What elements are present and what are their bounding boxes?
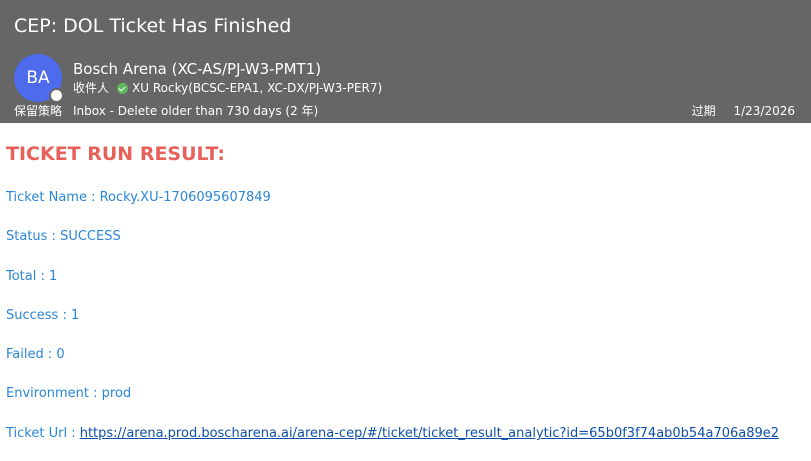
ticket-url-link[interactable]: https://arena.prod.boscharena.ai/arena-c… [80,426,779,441]
sender-name[interactable]: Bosch Arena (XC-AS/PJ-W3-PMT1) [73,59,321,79]
recipient-row: 收件人 XU Rocky(BCSC-EPA1, XC-DX/PJ-W3-PER7… [73,80,382,96]
recipient-label: 收件人 [73,81,110,95]
ticket-status: Status : SUCCESS [6,229,121,244]
recipient-name[interactable]: XU Rocky(BCSC-EPA1, XC-DX/PJ-W3-PER7) [132,80,382,96]
avatar-initials: BA [26,68,50,88]
expiry-info: 过期 1/23/2026 [692,103,795,119]
presence-status-icon [49,88,64,103]
ticket-url-row: Ticket Url : https://arena.prod.boschare… [6,425,779,443]
ticket-environment: Environment : prod [6,386,132,401]
ticket-failed: Failed : 0 [6,347,65,362]
email-header: CEP: DOL Ticket Has Finished BA Bosch Ar… [0,0,811,123]
retention-policy[interactable]: Inbox - Delete older than 730 days (2 年) [73,103,318,119]
check-circle-icon [117,82,129,94]
expiry-date: 1/23/2026 [733,104,795,118]
retention-policy-label: 保留策略 [14,104,63,118]
result-title: TICKET RUN RESULT: [6,143,226,165]
ticket-name: Ticket Name : Rocky.XU-1706095607849 [6,190,271,205]
ticket-success: Success : 1 [6,308,80,323]
expiry-label: 过期 [691,104,716,118]
ticket-total: Total : 1 [6,269,58,284]
email-subject: CEP: DOL Ticket Has Finished [14,15,292,37]
ticket-url-label: Ticket Url : [6,426,80,441]
